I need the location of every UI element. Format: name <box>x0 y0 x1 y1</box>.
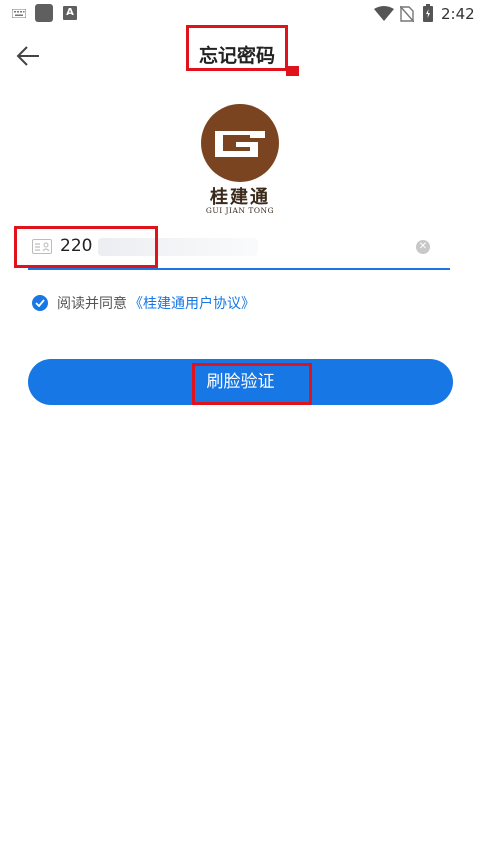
agreement-link[interactable]: 《桂建通用户协议》 <box>129 293 255 313</box>
status-bar: A 2:42 <box>0 0 480 28</box>
agreement-checkbox[interactable] <box>32 295 48 311</box>
annotation-box-input <box>14 226 158 268</box>
no-sim-icon <box>400 6 414 22</box>
battery-icon <box>423 4 433 22</box>
a-notification-icon: A <box>63 6 77 20</box>
check-icon <box>35 299 45 307</box>
app-square-icon <box>35 4 53 22</box>
guijiantong-logo-icon <box>201 104 279 182</box>
status-time: 2:42 <box>441 5 475 23</box>
back-button[interactable] <box>14 42 44 70</box>
clear-circle-icon[interactable]: ✕ <box>416 240 430 254</box>
wifi-icon <box>374 6 394 21</box>
agreement-prefix: 阅读并同意 <box>57 296 127 312</box>
logo-name-en: GUI JIAN TONG <box>205 206 275 215</box>
keyboard-icon <box>12 9 26 18</box>
annotation-box-title <box>186 25 288 71</box>
annotation-box-button <box>192 363 312 405</box>
arrow-left-icon <box>16 46 39 66</box>
agreement-row: 阅读并同意 《桂建通用户协议》 <box>32 292 255 314</box>
annotation-box-title-tab <box>286 66 299 76</box>
